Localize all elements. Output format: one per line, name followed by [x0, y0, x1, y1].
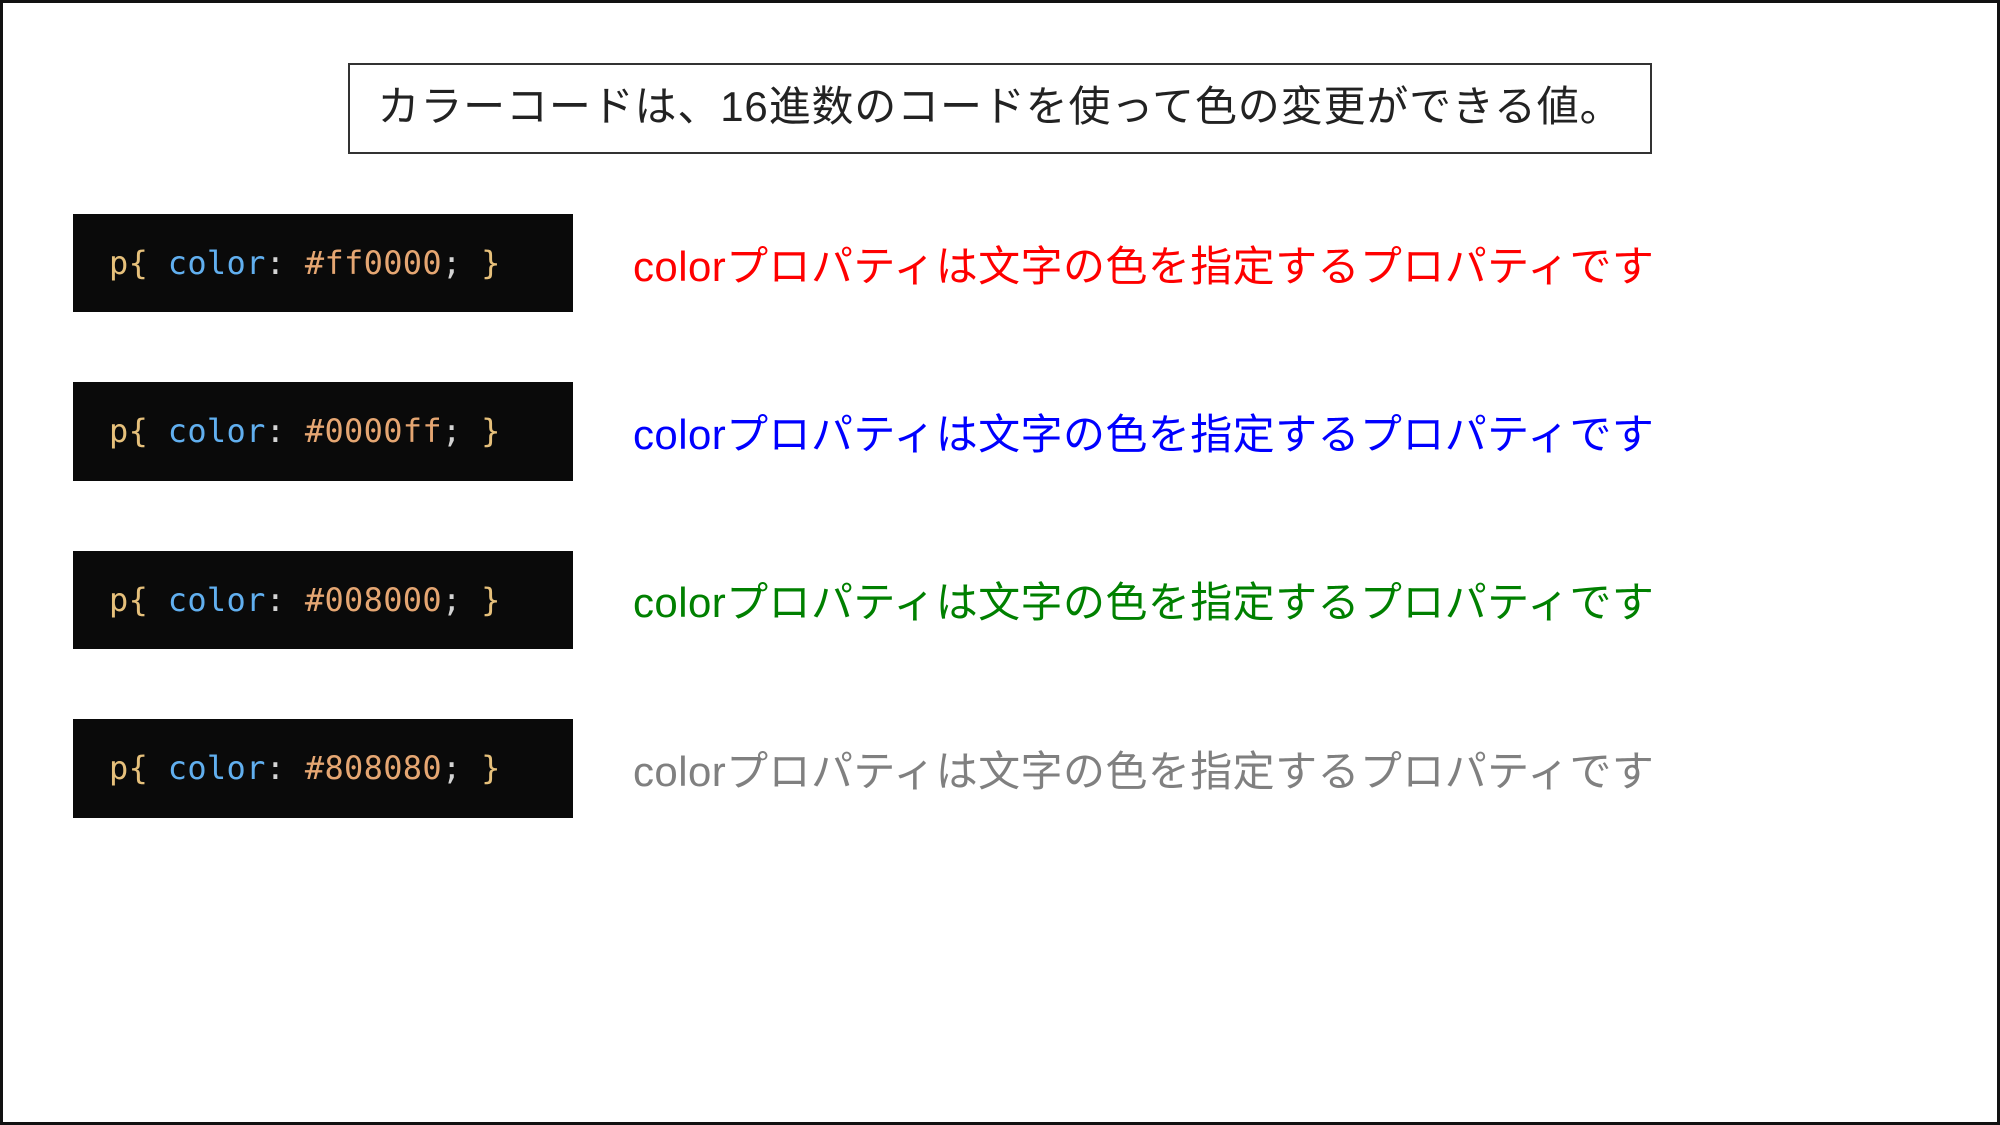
code-brace-close: } [462, 749, 501, 787]
code-brace-open: { [129, 244, 168, 282]
code-brace-open: { [129, 412, 168, 450]
example-row: p{ color: #008000; } colorプロパティは文字の色を指定す… [73, 551, 1927, 649]
sample-output-text: colorプロパティは文字の色を指定するプロパティです [633, 233, 1654, 294]
code-block: p{ color: #ff0000; } [73, 214, 573, 312]
code-selector: p [109, 244, 129, 282]
title-box: カラーコードは、16進数のコードを使って色の変更ができる値。 [348, 63, 1653, 154]
code-brace-open: { [129, 581, 168, 619]
code-colon: : [266, 749, 305, 787]
code-property: color [168, 412, 266, 450]
code-selector: p [109, 749, 129, 787]
code-brace-close: } [462, 581, 501, 619]
code-colon: : [266, 244, 305, 282]
sample-output-text: colorプロパティは文字の色を指定するプロパティです [633, 738, 1654, 799]
code-semicolon: ; [442, 244, 462, 282]
code-brace-close: } [462, 412, 501, 450]
code-colon: : [266, 581, 305, 619]
code-selector: p [109, 581, 129, 619]
title-text: カラーコードは、16進数のコードを使って色の変更ができる値。 [378, 83, 1623, 130]
code-block: p{ color: #808080; } [73, 719, 573, 817]
code-block: p{ color: #0000ff; } [73, 382, 573, 480]
sample-output-text: colorプロパティは文字の色を指定するプロパティです [633, 401, 1654, 462]
example-row: p{ color: #ff0000; } colorプロパティは文字の色を指定す… [73, 214, 1927, 312]
code-selector: p [109, 412, 129, 450]
code-hex-value: #0000ff [305, 412, 442, 450]
code-hex-value: #ff0000 [305, 244, 442, 282]
slide-container: カラーコードは、16進数のコードを使って色の変更ができる値。 p{ color:… [0, 0, 2000, 1125]
code-semicolon: ; [442, 749, 462, 787]
example-row: p{ color: #0000ff; } colorプロパティは文字の色を指定す… [73, 382, 1927, 480]
code-property: color [168, 749, 266, 787]
example-row: p{ color: #808080; } colorプロパティは文字の色を指定す… [73, 719, 1927, 817]
code-hex-value: #008000 [305, 581, 442, 619]
example-rows: p{ color: #ff0000; } colorプロパティは文字の色を指定す… [73, 214, 1927, 818]
code-brace-open: { [129, 749, 168, 787]
code-semicolon: ; [442, 412, 462, 450]
code-property: color [168, 244, 266, 282]
code-colon: : [266, 412, 305, 450]
code-semicolon: ; [442, 581, 462, 619]
code-block: p{ color: #008000; } [73, 551, 573, 649]
sample-output-text: colorプロパティは文字の色を指定するプロパティです [633, 569, 1654, 630]
code-brace-close: } [462, 244, 501, 282]
code-hex-value: #808080 [305, 749, 442, 787]
code-property: color [168, 581, 266, 619]
